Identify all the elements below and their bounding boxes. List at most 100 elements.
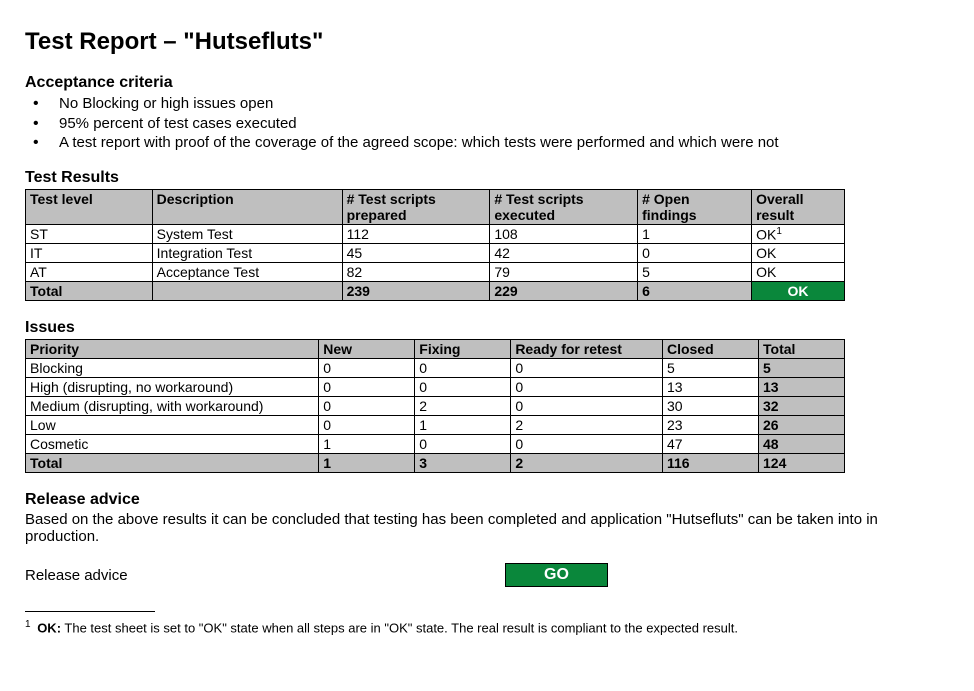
cell-fixing: 2 xyxy=(415,397,511,416)
cell-prepared: 112 xyxy=(342,224,490,244)
cell-prepared: 82 xyxy=(342,263,490,282)
cell-fixing: 0 xyxy=(415,378,511,397)
issues-heading: Issues xyxy=(25,319,949,337)
table-row: Cosmetic1004748 xyxy=(26,435,845,454)
footnote-sup: 1 xyxy=(25,619,31,630)
cell-new: 0 xyxy=(319,416,415,435)
cell-fixing: 0 xyxy=(415,435,511,454)
cell-closed: 13 xyxy=(662,378,758,397)
cell-new-total: 1 xyxy=(319,454,415,473)
cell-executed: 42 xyxy=(490,244,638,263)
test-results-table: Test level Description # Test scripts pr… xyxy=(25,189,845,302)
cell-result: OK1 xyxy=(752,224,845,244)
footnote-text: The test sheet is set to "OK" state when… xyxy=(61,620,738,635)
cell-new: 0 xyxy=(319,378,415,397)
cell-new: 1 xyxy=(319,435,415,454)
cell-priority: Medium (disrupting, with workaround) xyxy=(26,397,319,416)
cell-fixing: 1 xyxy=(415,416,511,435)
cell-executed: 79 xyxy=(490,263,638,282)
cell-open-total: 6 xyxy=(638,282,752,301)
release-heading: Release advice xyxy=(25,491,949,509)
cell-desc: Acceptance Test xyxy=(152,263,342,282)
col-description: Description xyxy=(152,189,342,224)
table-row: High (disrupting, no workaround)0001313 xyxy=(26,378,845,397)
page-title: Test Report – "Hutsefluts" xyxy=(25,28,949,56)
acceptance-list: No Blocking or high issues open 95% perc… xyxy=(25,94,949,153)
col-fixing: Fixing xyxy=(415,340,511,359)
table-total-row: Total 2392296OK xyxy=(26,282,845,301)
cell-ready: 0 xyxy=(511,378,663,397)
col-new: New xyxy=(319,340,415,359)
footnote: 1 OK: The test sheet is set to "OK" stat… xyxy=(25,618,949,637)
cell-closed: 30 xyxy=(662,397,758,416)
cell-desc: Integration Test xyxy=(152,244,342,263)
cell-level: ST xyxy=(26,224,153,244)
col-total: Total xyxy=(759,340,845,359)
cell-result: OK xyxy=(752,244,845,263)
cell-priority: Low xyxy=(26,416,319,435)
cell-desc: System Test xyxy=(152,224,342,244)
release-text: Based on the above results it can be con… xyxy=(25,511,949,545)
criteria-item: 95% percent of test cases executed xyxy=(31,114,949,134)
release-decision: GO xyxy=(505,563,608,587)
col-priority: Priority xyxy=(26,340,319,359)
footnote-divider xyxy=(25,611,155,612)
table-row: ITIntegration Test45420OK xyxy=(26,244,845,263)
col-open: # Open findings xyxy=(638,189,752,224)
cell-priority: Blocking xyxy=(26,359,319,378)
cell-level: IT xyxy=(26,244,153,263)
cell-ready-total: 2 xyxy=(511,454,663,473)
cell-executed: 108 xyxy=(490,224,638,244)
cell-prepared-total: 239 xyxy=(342,282,490,301)
table-row: ATAcceptance Test82795OK xyxy=(26,263,845,282)
cell-executed-total: 229 xyxy=(490,282,638,301)
table-row: Blocking00055 xyxy=(26,359,845,378)
acceptance-heading: Acceptance criteria xyxy=(25,74,949,92)
cell-closed-total: 116 xyxy=(662,454,758,473)
cell-total: 5 xyxy=(759,359,845,378)
cell-open: 0 xyxy=(638,244,752,263)
col-test-level: Test level xyxy=(26,189,153,224)
cell-fixing-total: 3 xyxy=(415,454,511,473)
cell-total-label: Total xyxy=(26,454,319,473)
cell-total: 48 xyxy=(759,435,845,454)
cell-grand-total: 124 xyxy=(759,454,845,473)
col-executed: # Test scripts executed xyxy=(490,189,638,224)
col-result: Overall result xyxy=(752,189,845,224)
test-results-heading: Test Results xyxy=(25,169,949,187)
table-total-row: Total132116124 xyxy=(26,454,845,473)
table-row: STSystem Test1121081OK1 xyxy=(26,224,845,244)
table-row: Low0122326 xyxy=(26,416,845,435)
cell-closed: 23 xyxy=(662,416,758,435)
cell-fixing: 0 xyxy=(415,359,511,378)
cell-closed: 5 xyxy=(662,359,758,378)
cell-result-total: OK xyxy=(752,282,845,301)
cell-closed: 47 xyxy=(662,435,758,454)
cell-total: 26 xyxy=(759,416,845,435)
col-closed: Closed xyxy=(662,340,758,359)
cell-ready: 2 xyxy=(511,416,663,435)
release-label: Release advice xyxy=(25,567,505,584)
issues-table: Priority New Fixing Ready for retest Clo… xyxy=(25,339,845,473)
cell-new: 0 xyxy=(319,397,415,416)
col-prepared: # Test scripts prepared xyxy=(342,189,490,224)
criteria-item: No Blocking or high issues open xyxy=(31,94,949,114)
cell-total: 13 xyxy=(759,378,845,397)
cell-level: AT xyxy=(26,263,153,282)
cell-prepared: 45 xyxy=(342,244,490,263)
cell-priority: Cosmetic xyxy=(26,435,319,454)
cell-result: OK xyxy=(752,263,845,282)
cell-total-label: Total xyxy=(26,282,153,301)
cell-ready: 0 xyxy=(511,397,663,416)
table-row: Medium (disrupting, with workaround)0203… xyxy=(26,397,845,416)
footnote-label: OK: xyxy=(37,620,61,635)
cell-ready: 0 xyxy=(511,359,663,378)
cell-blank xyxy=(152,282,342,301)
cell-new: 0 xyxy=(319,359,415,378)
cell-total: 32 xyxy=(759,397,845,416)
cell-open: 5 xyxy=(638,263,752,282)
cell-priority: High (disrupting, no workaround) xyxy=(26,378,319,397)
cell-open: 1 xyxy=(638,224,752,244)
criteria-item: A test report with proof of the coverage… xyxy=(31,133,949,153)
cell-ready: 0 xyxy=(511,435,663,454)
